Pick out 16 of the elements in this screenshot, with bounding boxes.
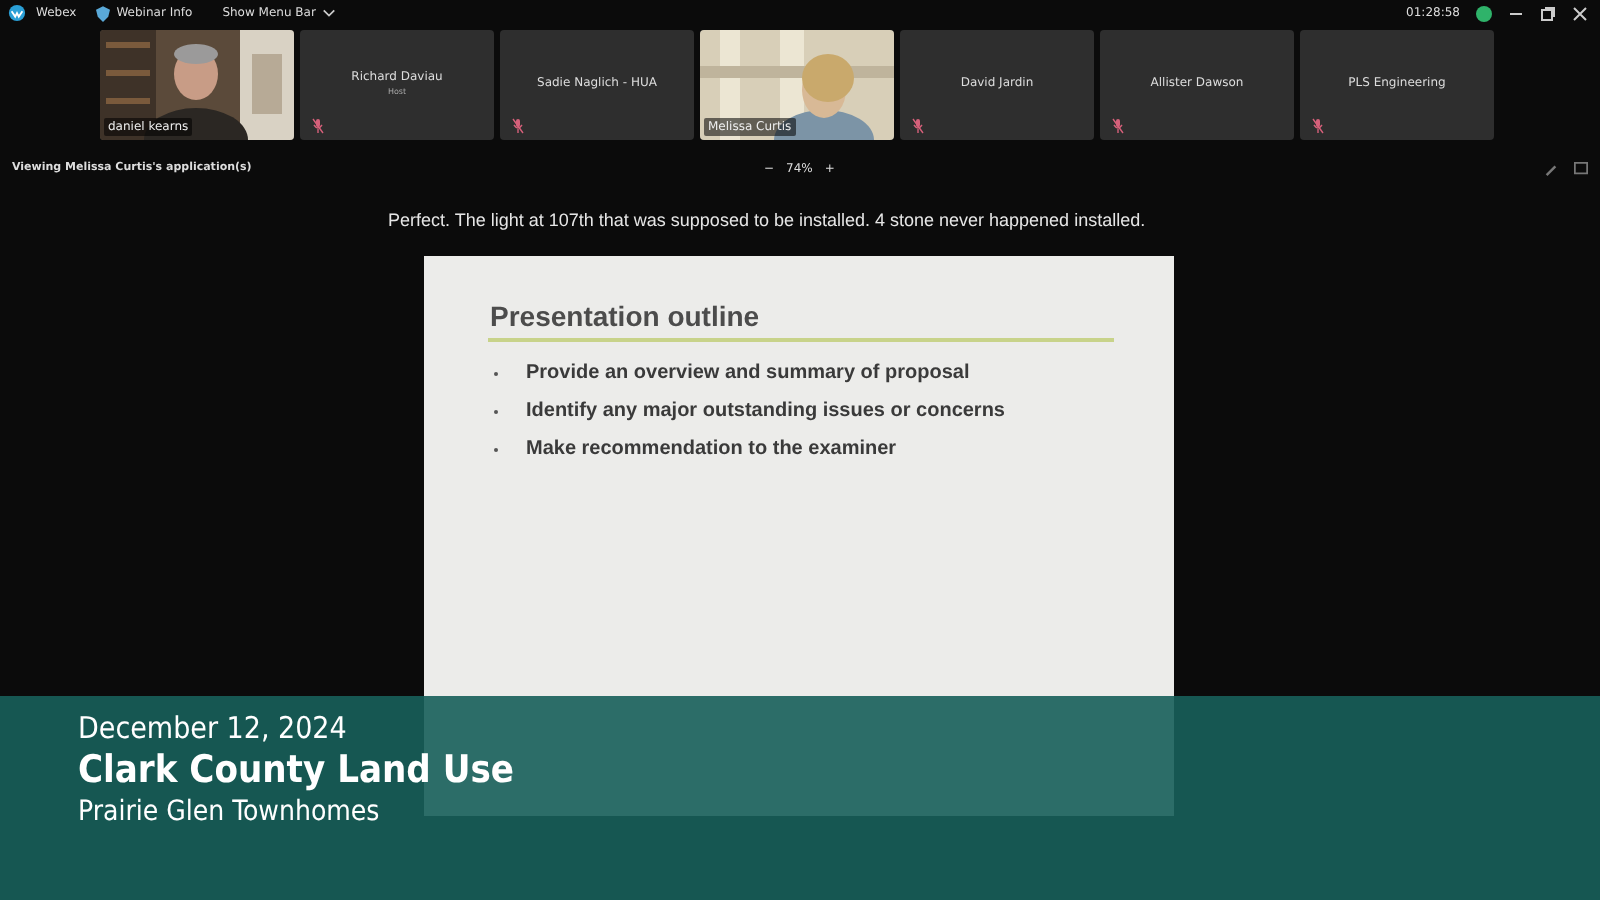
slide-title: Presentation outline — [490, 300, 762, 332]
annotate-icon[interactable] — [1544, 161, 1558, 175]
caption-text: Perfect. The light at 107th that was supposed to be installed. 4 stone never happened installed. — [388, 208, 1148, 234]
shield-icon — [96, 5, 111, 21]
date-text: December 12, 2024 — [78, 710, 349, 746]
slide-bullet: Make recommendation to the examiner — [526, 438, 897, 460]
window-icon[interactable] — [1574, 161, 1588, 175]
status-icon — [1476, 5, 1492, 21]
chevron-icon — [321, 8, 336, 18]
logo-icon — [8, 4, 26, 22]
restore-icon[interactable] — [1540, 5, 1556, 21]
slide-bullet: Identify any major outstanding issues or concerns — [526, 400, 1005, 422]
banner-subtitle: Prairie Glen Townhomes — [78, 796, 382, 828]
close-icon[interactable] — [1572, 5, 1588, 21]
slide-bullet: Provide an overview and summary of proposal — [526, 362, 970, 384]
banner-title: Clark County Land Use — [78, 748, 516, 792]
